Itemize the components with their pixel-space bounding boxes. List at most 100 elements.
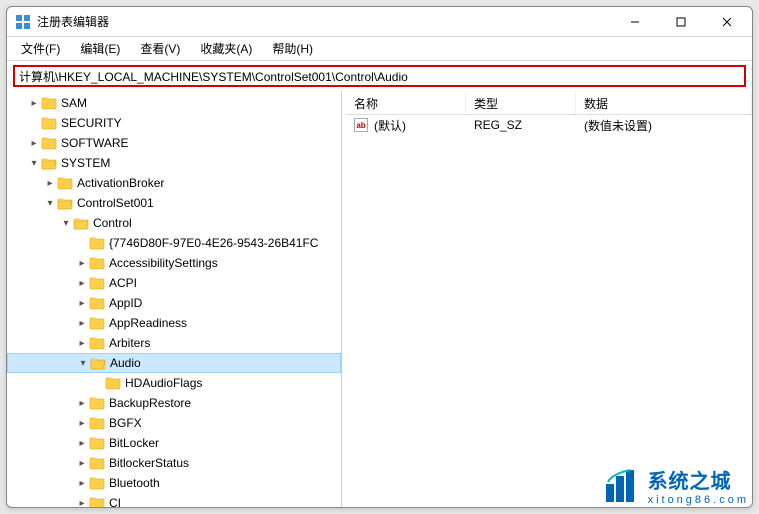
folder-open-icon (90, 355, 106, 371)
expander-none (27, 116, 41, 130)
folder-closed-icon (57, 175, 73, 191)
tree-label: Control (93, 216, 132, 230)
chevron-right-icon[interactable]: ▸ (75, 396, 89, 410)
tree-item-sam[interactable]: ▸SAM (7, 93, 341, 113)
chevron-right-icon[interactable]: ▸ (75, 316, 89, 330)
chevron-right-icon[interactable]: ▸ (75, 336, 89, 350)
tree-label: Audio (110, 356, 141, 370)
tree-item-security[interactable]: SECURITY (7, 113, 341, 133)
menu-file[interactable]: 文件(F) (13, 38, 68, 59)
list-row[interactable]: ab (默认) REG_SZ (数值未设置) (346, 115, 752, 135)
close-button[interactable] (704, 7, 750, 37)
tree-item-arbiters[interactable]: ▸ Arbiters (7, 333, 341, 353)
tree-label: Arbiters (109, 336, 150, 350)
tree-label: BackupRestore (109, 396, 191, 410)
chevron-right-icon[interactable]: ▸ (75, 476, 89, 490)
chevron-right-icon[interactable]: ▸ (43, 176, 57, 190)
folder-closed-icon (105, 375, 121, 391)
tree-item-appreadiness[interactable]: ▸ AppReadiness (7, 313, 341, 333)
chevron-right-icon[interactable]: ▸ (75, 456, 89, 470)
menu-view[interactable]: 查看(V) (132, 38, 188, 59)
value-data: (数值未设置) (584, 117, 652, 134)
tree-pane[interactable]: ▸SAM SECURITY ▸ SOFTWARE ▾ SYSTEM ▸ ActivationB… (7, 91, 342, 507)
list-body[interactable]: ab (默认) REG_SZ (数值未设置) (346, 115, 752, 507)
expander-none (75, 236, 89, 250)
menu-favorites[interactable]: 收藏夹(A) (192, 38, 260, 59)
menu-help[interactable]: 帮助(H) (264, 38, 321, 59)
list-header: 名称 类型 数据 (346, 91, 752, 115)
value-name: (默认) (374, 117, 406, 134)
tree-item-appid[interactable]: ▸ AppID (7, 293, 341, 313)
tree-label: BitLocker (109, 436, 159, 450)
tree-label: HDAudioFlags (125, 376, 202, 390)
chevron-right-icon[interactable]: ▸ (75, 276, 89, 290)
chevron-right-icon[interactable]: ▸ (75, 256, 89, 270)
folder-closed-icon (89, 455, 105, 471)
folder-closed-icon (89, 495, 105, 507)
tree-item-control[interactable]: ▾ Control (7, 213, 341, 233)
tree-item-acpi[interactable]: ▸ACPI (7, 273, 341, 293)
tree-label: SYSTEM (61, 156, 110, 170)
tree-label: AccessibilitySettings (109, 256, 218, 270)
tree-item-audio[interactable]: ▾ Audio (7, 353, 341, 373)
folder-open-icon (73, 215, 89, 231)
folder-closed-icon (89, 475, 105, 491)
tree-label: BGFX (109, 416, 142, 430)
titlebar: 注册表编辑器 (7, 7, 752, 37)
chevron-down-icon[interactable]: ▾ (59, 216, 73, 230)
tree-item-software[interactable]: ▸ SOFTWARE (7, 133, 341, 153)
address-input[interactable] (13, 65, 746, 87)
tree-label: Bluetooth (109, 476, 160, 490)
tree-item-activationbroker[interactable]: ▸ ActivationBroker (7, 173, 341, 193)
tree-item-backuprestore[interactable]: ▸ BackupRestore (7, 393, 341, 413)
tree-item-system[interactable]: ▾ SYSTEM (7, 153, 341, 173)
minimize-button[interactable] (612, 7, 658, 37)
string-value-icon: ab (354, 118, 368, 132)
tree-item-bgfx[interactable]: ▸ BGFX (7, 413, 341, 433)
chevron-down-icon[interactable]: ▾ (76, 356, 90, 370)
list-col-type[interactable]: 类型 (466, 91, 576, 114)
maximize-button[interactable] (658, 7, 704, 37)
chevron-right-icon[interactable]: ▸ (75, 416, 89, 430)
tree-label: ActivationBroker (77, 176, 164, 190)
folder-closed-icon (41, 95, 57, 111)
tree-label: SECURITY (61, 116, 122, 130)
folder-closed-icon (89, 335, 105, 351)
menu-edit[interactable]: 编辑(E) (72, 38, 128, 59)
folder-closed-icon (89, 395, 105, 411)
tree-item-bluetooth[interactable]: ▸ Bluetooth (7, 473, 341, 493)
chevron-right-icon[interactable]: ▸ (75, 296, 89, 310)
app-icon (15, 14, 31, 30)
folder-closed-icon (89, 315, 105, 331)
tree-item-bitlocker[interactable]: ▸ BitLocker (7, 433, 341, 453)
menubar: 文件(F) 编辑(E) 查看(V) 收藏夹(A) 帮助(H) (7, 37, 752, 61)
list-col-data[interactable]: 数据 (576, 91, 752, 114)
folder-closed-icon (41, 115, 57, 131)
chevron-right-icon[interactable]: ▸ (75, 496, 89, 507)
tree-label: AppReadiness (109, 316, 187, 330)
tree-label: {7746D80F-97E0-4E26-9543-26B41FC (109, 236, 318, 250)
window-title: 注册表编辑器 (37, 13, 109, 30)
expander-none (91, 376, 105, 390)
tree-item-accessibilitysettings[interactable]: ▸ AccessibilitySettings (7, 253, 341, 273)
tree-item-guidkey[interactable]: {7746D80F-97E0-4E26-9543-26B41FC (7, 233, 341, 253)
tree-label: CI (109, 496, 121, 507)
tree-item-ci[interactable]: ▸ CI (7, 493, 341, 507)
tree-label: AppID (109, 296, 142, 310)
chevron-right-icon[interactable]: ▸ (27, 96, 41, 110)
folder-closed-icon (89, 295, 105, 311)
list-col-name[interactable]: 名称 (346, 91, 466, 114)
tree-label: SOFTWARE (61, 136, 129, 150)
folder-open-icon (41, 155, 57, 171)
folder-closed-icon (89, 415, 105, 431)
tree-item-hdaudioflags[interactable]: HDAudioFlags (7, 373, 341, 393)
app-window: 注册表编辑器 文件(F) 编辑(E) 查看(V) 收藏夹(A) 帮助(H) ▸S… (6, 6, 753, 508)
addressbar-container (7, 61, 752, 91)
chevron-right-icon[interactable]: ▸ (27, 136, 41, 150)
tree-item-controlset001[interactable]: ▾ControlSet001 (7, 193, 341, 213)
chevron-down-icon[interactable]: ▾ (27, 156, 41, 170)
chevron-right-icon[interactable]: ▸ (75, 436, 89, 450)
tree-item-bitlockerstatus[interactable]: ▸BitlockerStatus (7, 453, 341, 473)
chevron-down-icon[interactable]: ▾ (43, 196, 57, 210)
folder-open-icon (57, 195, 73, 211)
